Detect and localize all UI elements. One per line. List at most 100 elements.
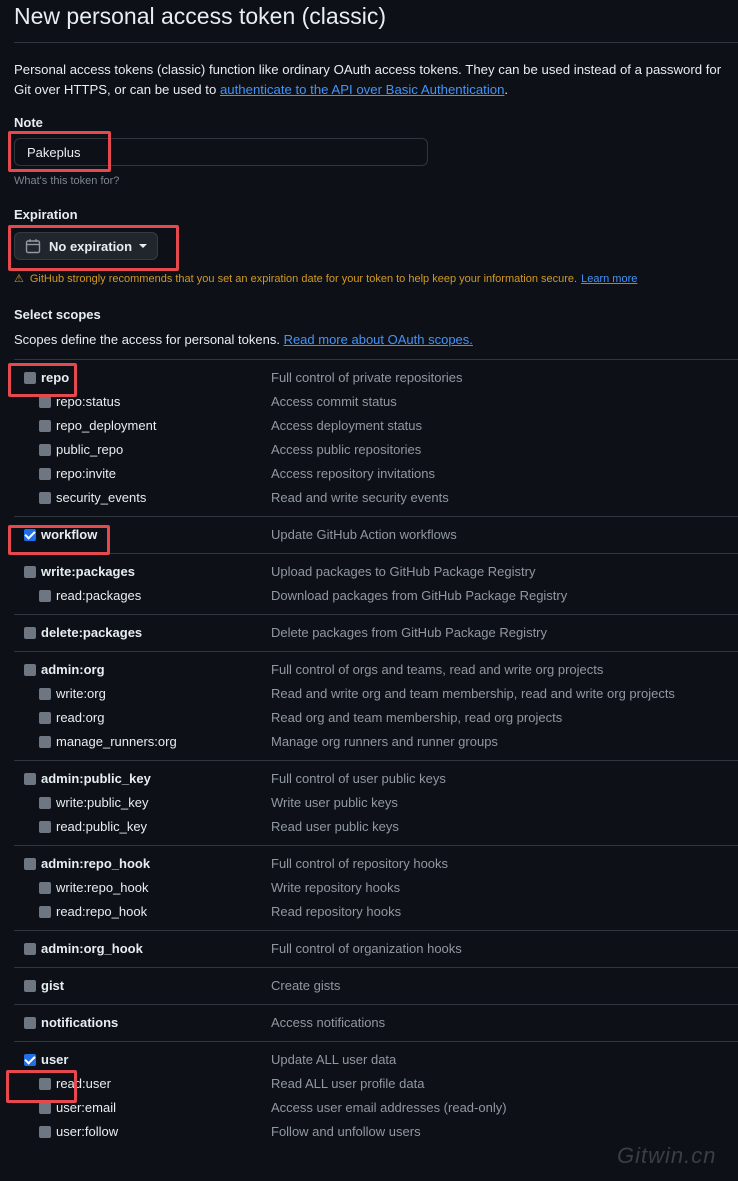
expiration-value: No expiration xyxy=(49,238,133,254)
warning-icon: ⚠ xyxy=(14,273,24,285)
basic-auth-link[interactable]: authenticate to the API over Basic Authe… xyxy=(220,82,504,97)
scope-checkbox[interactable] xyxy=(39,712,51,724)
warning-text: GitHub strongly recommends that you set … xyxy=(29,272,578,285)
scope-checkbox[interactable] xyxy=(39,492,51,504)
scope-checkbox[interactable] xyxy=(39,444,51,456)
scope-group: notifications Access notifications xyxy=(14,1004,738,1041)
scope-row[interactable]: repo:status Access commit status xyxy=(14,391,738,415)
scope-checkbox[interactable] xyxy=(39,590,51,602)
scope-row[interactable]: manage_runners:org Manage org runners and… xyxy=(14,731,738,755)
scope-name: delete:packages xyxy=(41,625,143,640)
scope-description: Read user public keys xyxy=(271,819,399,834)
scope-checkbox[interactable] xyxy=(39,688,51,700)
scope-name: user:email xyxy=(56,1100,116,1115)
scope-row[interactable]: write:org Read and write org and team mem… xyxy=(14,683,738,707)
scope-group: admin:repo_hook Full control of repositor… xyxy=(14,845,738,930)
scope-name: write:repo_hook xyxy=(56,880,149,895)
scope-row[interactable]: read:user Read ALL user profile data xyxy=(14,1073,738,1097)
scope-row[interactable]: read:packages Download packages from GitH… xyxy=(14,585,738,609)
scope-checkbox[interactable] xyxy=(24,858,36,870)
scope-description: Download packages from GitHub Package Re… xyxy=(271,588,568,603)
scope-group: write:packages Upload packages to GitHub … xyxy=(14,553,738,614)
scope-row[interactable]: user:follow Follow and unfollow users xyxy=(14,1121,738,1145)
scope-row[interactable]: workflow Update GitHub Action workflows xyxy=(14,524,738,548)
scope-name: user xyxy=(41,1052,69,1067)
scope-description: Read org and team membership, read org p… xyxy=(271,710,563,725)
scope-description: Full control of private repositories xyxy=(271,370,463,385)
scope-description: Delete packages from GitHub Package Regi… xyxy=(271,625,548,640)
oauth-scopes-link[interactable]: Read more about OAuth scopes. xyxy=(284,332,473,347)
scope-row[interactable]: user:email Access user email addresses (r… xyxy=(14,1097,738,1121)
scope-checkbox[interactable] xyxy=(39,821,51,833)
learn-more-link[interactable]: Learn more xyxy=(581,273,637,285)
scope-row[interactable]: repo:invite Access repository invitations xyxy=(14,463,738,487)
scope-row[interactable]: read:repo_hook Read repository hooks xyxy=(14,901,738,925)
scope-checkbox[interactable] xyxy=(39,420,51,432)
scope-row[interactable]: read:public_key Read user public keys xyxy=(14,816,738,840)
scope-checkbox[interactable] xyxy=(39,882,51,894)
scope-group: admin:public_key Full control of user pub… xyxy=(14,760,738,845)
scope-description: Write repository hooks xyxy=(271,880,401,895)
scope-checkbox[interactable] xyxy=(39,396,51,408)
scope-row[interactable]: write:public_key Write user public keys xyxy=(14,792,738,816)
scopes-description: Scopes define the access for personal to… xyxy=(14,332,473,347)
scope-checkbox[interactable] xyxy=(39,1102,51,1114)
scope-row[interactable]: admin:org Full control of orgs and teams,… xyxy=(14,659,738,683)
scope-row[interactable]: delete:packages Delete packages from GitH… xyxy=(14,622,738,646)
scope-name: read:packages xyxy=(56,588,142,603)
scope-name: read:org xyxy=(56,710,105,725)
scope-name: security_events xyxy=(56,490,147,505)
expiration-dropdown[interactable]: No expiration xyxy=(14,232,158,260)
scope-row[interactable]: admin:repo_hook Full control of repositor… xyxy=(14,853,738,877)
scope-row[interactable]: repo_deployment Access deployment status xyxy=(14,415,738,439)
scope-description: Access notifications xyxy=(271,1015,386,1030)
scope-checkbox[interactable] xyxy=(39,906,51,918)
scope-checkbox[interactable] xyxy=(39,468,51,480)
scope-checkbox[interactable] xyxy=(24,773,36,785)
scope-checkbox[interactable] xyxy=(24,943,36,955)
scope-row[interactable]: read:org Read org and team membership, re… xyxy=(14,707,738,731)
scope-row[interactable]: admin:org_hook Full control of organizati… xyxy=(14,938,738,962)
scope-row[interactable]: repo Full control of private repositories xyxy=(14,367,738,391)
scope-checkbox[interactable] xyxy=(39,1078,51,1090)
scope-description: Upload packages to GitHub Package Regist… xyxy=(271,564,536,579)
scope-description: Manage org runners and runner groups xyxy=(271,734,498,749)
scope-row[interactable]: gist Create gists xyxy=(14,975,738,999)
scope-name: gist xyxy=(41,978,65,993)
watermark-logo: Gitwin.cn xyxy=(617,1143,717,1168)
scope-name: repo:invite xyxy=(56,466,116,481)
scope-description: Full control of organization hooks xyxy=(271,941,462,956)
scope-checkbox[interactable] xyxy=(24,529,36,541)
scope-checkbox[interactable] xyxy=(24,1054,36,1066)
scope-checkbox[interactable] xyxy=(39,797,51,809)
scope-checkbox[interactable] xyxy=(39,1126,51,1138)
scope-checkbox[interactable] xyxy=(24,627,36,639)
note-label: Note xyxy=(14,115,43,130)
calendar-icon xyxy=(25,239,41,254)
scope-name: repo_deployment xyxy=(56,418,157,433)
scope-checkbox[interactable] xyxy=(24,980,36,992)
scope-row[interactable]: security_events Read and write security e… xyxy=(14,487,738,511)
scope-description: Full control of orgs and teams, read and… xyxy=(271,662,604,677)
scope-row[interactable]: user Update ALL user data xyxy=(14,1049,738,1073)
scope-row[interactable]: admin:public_key Full control of user pub… xyxy=(14,768,738,792)
scope-name: notifications xyxy=(41,1015,119,1030)
scope-row[interactable]: write:packages Upload packages to GitHub … xyxy=(14,561,738,585)
scope-name: workflow xyxy=(41,527,98,542)
scope-row[interactable]: public_repo Access public repositories xyxy=(14,439,738,463)
scope-description: Read repository hooks xyxy=(271,904,402,919)
scope-name: repo xyxy=(41,370,70,385)
scope-name: read:public_key xyxy=(56,819,148,834)
scope-description: Update ALL user data xyxy=(271,1052,397,1067)
scope-checkbox[interactable] xyxy=(39,736,51,748)
scope-row[interactable]: write:repo_hook Write repository hooks xyxy=(14,877,738,901)
scope-description: Follow and unfollow users xyxy=(271,1124,421,1139)
scope-group: delete:packages Delete packages from GitH… xyxy=(14,614,738,651)
scope-checkbox[interactable] xyxy=(24,664,36,676)
scope-name: write:public_key xyxy=(56,795,149,810)
scope-checkbox[interactable] xyxy=(24,566,36,578)
note-input[interactable] xyxy=(14,138,428,166)
scope-row[interactable]: notifications Access notifications xyxy=(14,1012,738,1036)
scope-checkbox[interactable] xyxy=(24,372,36,384)
scope-checkbox[interactable] xyxy=(24,1017,36,1029)
